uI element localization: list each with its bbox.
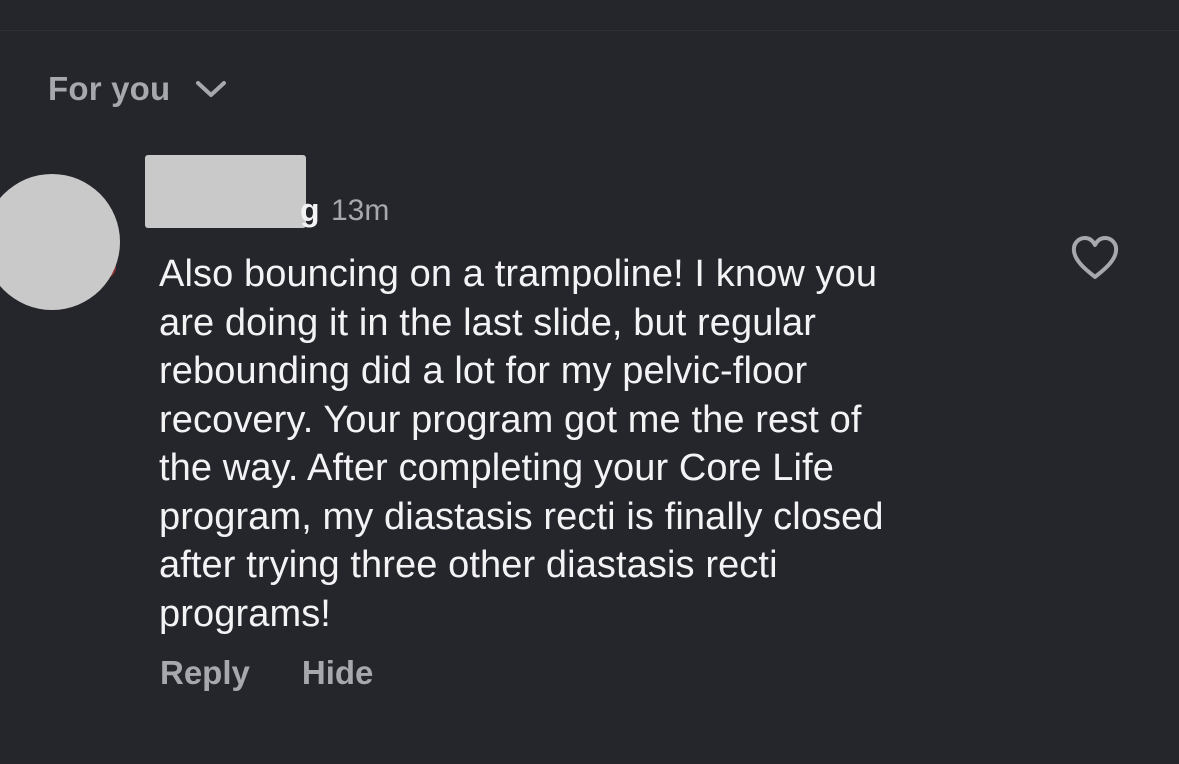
username-redaction — [145, 155, 306, 228]
reply-button[interactable]: Reply — [160, 654, 250, 692]
chevron-down-icon — [194, 78, 228, 100]
heart-outline-icon — [1071, 236, 1119, 279]
comment-timestamp: 13m — [331, 194, 390, 227]
commenter-avatar[interactable] — [0, 174, 134, 314]
comment-actions: Reply Hide — [160, 654, 373, 692]
comment-body: Also bouncing on a trampoline! I know yo… — [159, 253, 884, 635]
username[interactable]: g — [300, 192, 320, 229]
top-divider — [0, 30, 1179, 31]
feed-filter-label: For you — [48, 70, 171, 107]
like-button[interactable] — [1068, 233, 1122, 283]
hide-button[interactable]: Hide — [302, 654, 374, 692]
feed-filter-dropdown[interactable]: For you — [48, 66, 228, 112]
avatar-redaction — [0, 174, 120, 310]
